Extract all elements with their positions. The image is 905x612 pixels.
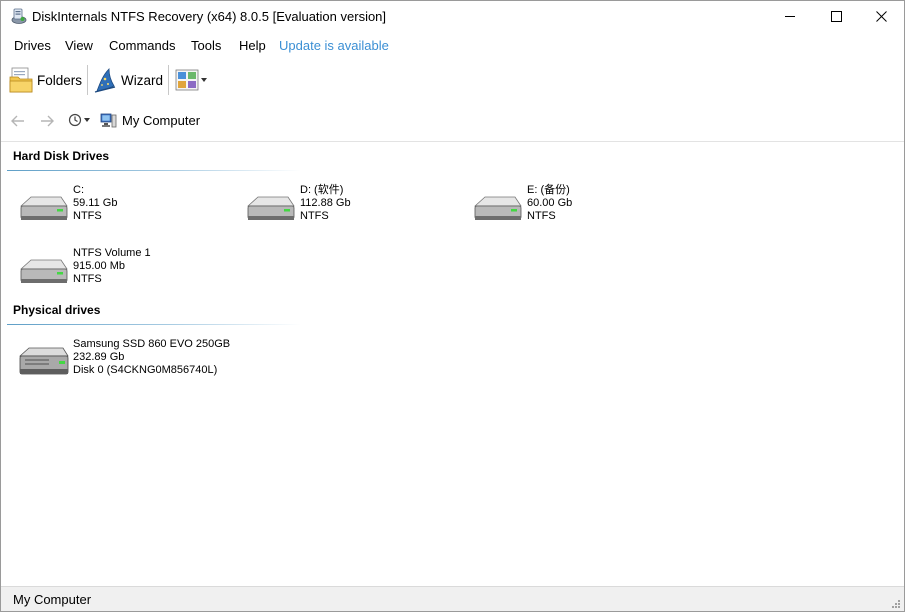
drive-name: NTFS Volume 1 <box>73 247 151 259</box>
back-arrow-icon <box>11 115 24 127</box>
drive-item-d[interactable]: D: (软件) 112.88 Gb NTFS <box>244 184 464 234</box>
toolbar-separator <box>87 65 88 95</box>
chevron-down-icon <box>201 78 207 82</box>
app-icon <box>10 7 28 25</box>
history-dropdown[interactable] <box>68 113 90 127</box>
folders-label: Folders <box>37 72 83 88</box>
minimize-button[interactable] <box>767 1 813 32</box>
app-window: DiskInternals NTFS Recovery (x64) 8.0.5 … <box>0 0 905 612</box>
section-divider <box>7 170 301 171</box>
wizard-icon <box>94 68 116 93</box>
menu-bar: Drives View Commands Tools Help Update i… <box>1 35 904 57</box>
drive-info: Samsung SSD 860 EVO 250GB 232.89 Gb Disk… <box>73 338 230 377</box>
maximize-button[interactable] <box>813 1 859 32</box>
drive-size: 112.88 Gb <box>300 197 351 209</box>
drive-filesystem: NTFS <box>300 210 329 222</box>
menu-commands[interactable]: Commands <box>109 38 175 53</box>
drive-filesystem: NTFS <box>527 210 556 222</box>
close-icon <box>875 11 887 22</box>
computer-icon <box>100 113 117 128</box>
hard-drive-icon <box>19 259 68 283</box>
drive-size: 59.11 Gb <box>73 197 118 209</box>
minimize-icon <box>784 16 795 17</box>
navigation-bar: My Computer <box>1 109 904 135</box>
drive-item-c[interactable]: C: 59.11 Gb NTFS <box>17 184 237 234</box>
view-mode-dropdown[interactable] <box>175 63 207 97</box>
drive-size: 232.89 Gb <box>73 351 125 363</box>
wizard-button[interactable]: Wizard <box>93 63 163 97</box>
section-title-hard-disk-drives: Hard Disk Drives <box>13 149 110 163</box>
close-button[interactable] <box>858 1 904 32</box>
drive-name: Samsung SSD 860 EVO 250GB <box>73 338 231 350</box>
drive-name: D: (软件) <box>300 184 344 196</box>
drive-info: D: (软件) 112.88 Gb NTFS <box>300 184 351 223</box>
update-available-link[interactable]: Update is available <box>279 38 389 53</box>
status-bar: My Computer <box>1 586 904 611</box>
drive-name: C: <box>73 184 84 196</box>
toolbar: Folders Wizard <box>1 61 904 99</box>
folders-icon <box>9 67 33 93</box>
section-title-physical-drives: Physical drives <box>13 303 101 317</box>
menu-view[interactable]: View <box>65 38 93 53</box>
drive-disk-id: Disk 0 (S4CKNG0M856740L) <box>73 364 218 376</box>
drive-size: 915.00 Mb <box>73 260 125 272</box>
status-text: My Computer <box>13 592 92 607</box>
breadcrumb-location: My Computer <box>122 113 201 128</box>
breadcrumb[interactable]: My Computer <box>100 113 200 128</box>
chevron-down-icon <box>84 118 90 122</box>
menu-drives[interactable]: Drives <box>14 38 51 53</box>
section-divider <box>7 324 301 325</box>
window-title: DiskInternals NTFS Recovery (x64) 8.0.5 … <box>32 9 387 24</box>
hard-drive-icon <box>246 196 295 220</box>
drive-info: NTFS Volume 1 915.00 Mb NTFS <box>73 247 151 286</box>
drive-filesystem: NTFS <box>73 210 102 222</box>
menu-help[interactable]: Help <box>239 38 266 53</box>
forward-button[interactable] <box>39 113 55 134</box>
drive-size: 60.00 Gb <box>527 197 573 209</box>
forward-arrow-icon <box>41 115 54 127</box>
history-icon <box>68 113 82 127</box>
maximize-icon <box>830 11 842 22</box>
physical-drive-icon <box>18 347 69 375</box>
folders-button[interactable]: Folders <box>9 63 82 97</box>
drive-item-e[interactable]: E: (备份) 60.00 Gb NTFS <box>471 184 691 234</box>
title-bar[interactable]: DiskInternals NTFS Recovery (x64) 8.0.5 … <box>1 1 904 32</box>
resize-grip-icon[interactable] <box>891 599 901 609</box>
drive-info: C: 59.11 Gb NTFS <box>73 184 117 223</box>
wizard-label: Wizard <box>121 72 164 88</box>
toolbar-separator <box>168 65 169 95</box>
drive-name: E: (备份) <box>527 184 570 196</box>
drive-filesystem: NTFS <box>73 273 102 285</box>
divider <box>1 141 904 142</box>
physical-drive-item[interactable]: Samsung SSD 860 EVO 250GB 232.89 Gb Disk… <box>17 338 237 388</box>
drive-item-ntfs-volume-1[interactable]: NTFS Volume 1 915.00 Mb NTFS <box>17 247 237 297</box>
menu-tools[interactable]: Tools <box>191 38 221 53</box>
drive-info: E: (备份) 60.00 Gb NTFS <box>527 184 572 223</box>
back-button[interactable] <box>10 113 26 134</box>
hard-drive-icon <box>19 196 68 220</box>
hard-drive-icon <box>473 196 522 220</box>
view-mode-icon <box>175 69 199 91</box>
